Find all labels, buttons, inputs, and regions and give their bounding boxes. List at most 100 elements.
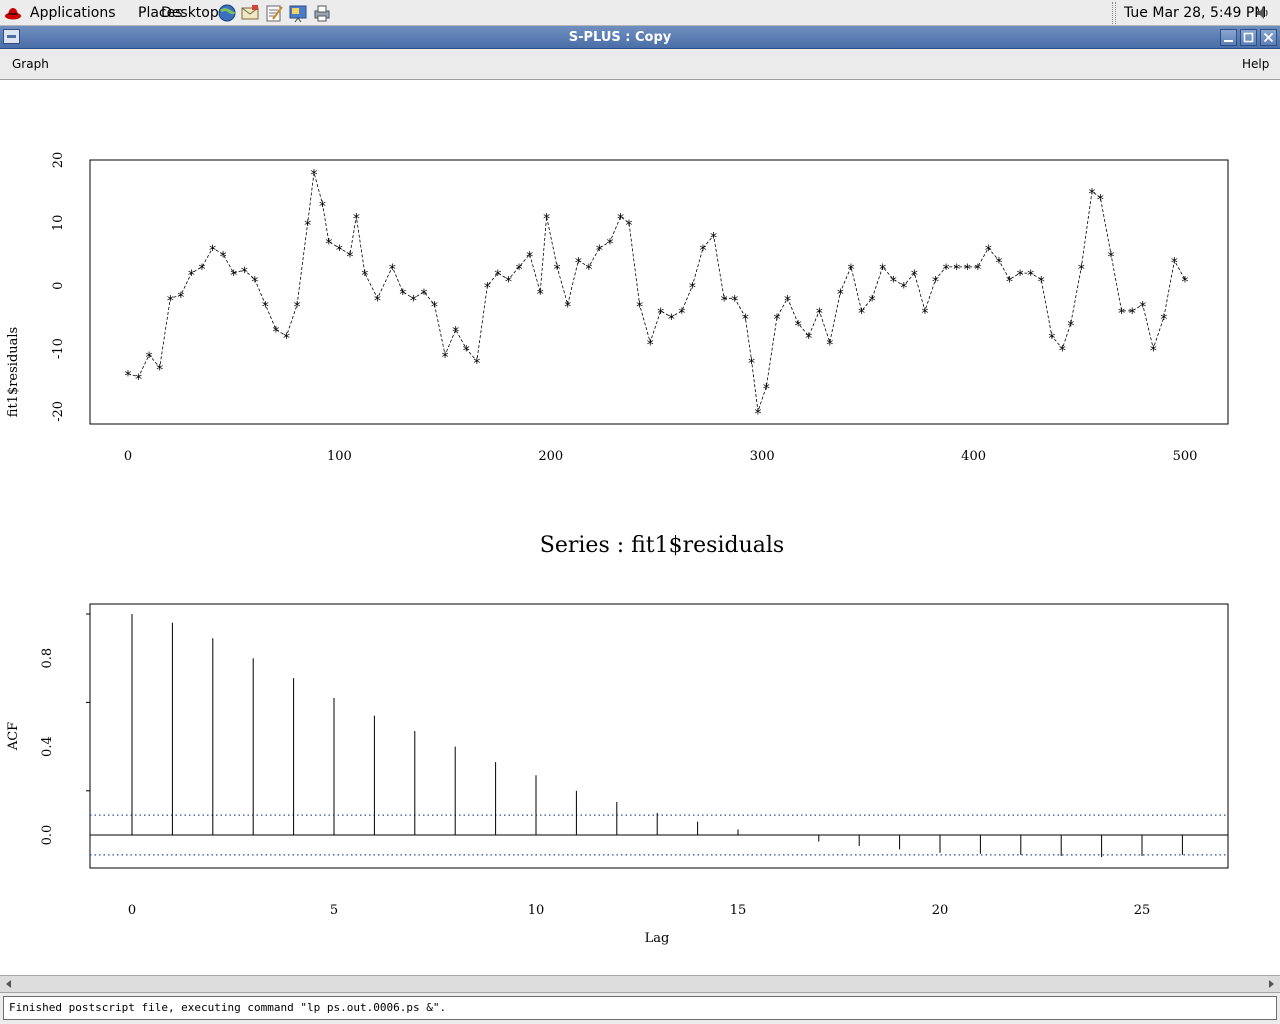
acf-y-tick: 0.8 (40, 648, 55, 669)
residual-point: * (625, 218, 633, 234)
acf-x-axis: 0 5 10 15 20 25 (128, 903, 1150, 918)
residual-point: * (963, 262, 971, 278)
residual-point: * (187, 268, 195, 284)
residual-point: * (730, 293, 738, 309)
top-panel: Applications Places Desktop Tue Mar 28, … (0, 0, 1280, 26)
minimize-icon (1224, 40, 1233, 42)
scroll-left-icon[interactable] (2, 977, 16, 991)
residual-point: * (373, 293, 381, 309)
residual-point: * (310, 168, 318, 184)
residual-point: * (1138, 300, 1146, 316)
residual-point: * (836, 287, 844, 303)
presentation-icon[interactable] (288, 3, 308, 23)
residual-point: * (563, 300, 571, 316)
residual-point: * (1128, 306, 1136, 322)
applications-menu[interactable]: Applications (30, 0, 116, 26)
residual-point: * (525, 249, 533, 265)
horizontal-scrollbar[interactable] (0, 975, 1280, 993)
residual-point: * (783, 293, 791, 309)
residual-point: * (1005, 274, 1013, 290)
acf-x-label: Lag (645, 931, 670, 946)
residual-plot-frame (89, 159, 1229, 425)
residual-point: * (678, 306, 686, 322)
window-title: S-PLUS : Copy (568, 30, 672, 45)
residual-y-label: fit1$residuals (6, 327, 21, 417)
menubar: Graph Help (0, 49, 1280, 80)
residual-point: * (553, 262, 561, 278)
residual-point: * (1181, 274, 1189, 290)
residual-y-tick: 20 (51, 152, 66, 169)
residual-point: * (420, 287, 428, 303)
residual-point: * (931, 274, 939, 290)
acf-x-tick: 15 (730, 903, 747, 918)
residual-point: * (709, 230, 717, 246)
clock[interactable]: Tue Mar 28, 5:49 PM (1124, 0, 1266, 26)
residual-point: * (656, 306, 664, 322)
residual-point: * (1096, 193, 1104, 209)
residual-point: * (155, 362, 163, 378)
status-message: Finished postscript file, executing comm… (3, 996, 1277, 1020)
residual-point: * (667, 312, 675, 328)
residual-point: * (303, 218, 311, 234)
residual-series: * **** ** ** ** **** ****** * ****** * ******** ***… (124, 168, 1189, 423)
residual-point: * (857, 306, 865, 322)
residual-point: * (606, 237, 614, 253)
residual-y-tick: -10 (51, 338, 66, 359)
acf-x-tick: 25 (1134, 903, 1151, 918)
close-button[interactable] (1260, 29, 1277, 46)
window-titlebar[interactable]: S-PLUS : Copy (0, 26, 1280, 49)
residual-y-tick: -20 (51, 401, 66, 422)
residual-point: * (688, 281, 696, 297)
residual-point: * (177, 290, 185, 306)
maximize-button[interactable] (1240, 29, 1257, 46)
residual-point: * (1117, 306, 1125, 322)
graph-canvas: * **** ** ** ** **** ****** * ****** * ******** ***… (6, 152, 1229, 946)
residual-point: * (921, 306, 929, 322)
redhat-menu-icon[interactable] (4, 4, 22, 22)
acf-y-tick: 0.0 (40, 825, 55, 846)
web-browser-icon[interactable] (217, 3, 237, 23)
residual-point: * (616, 212, 624, 228)
residual-point: * (847, 262, 855, 278)
residual-y-axis: -20 -10 0 10 20 (51, 152, 66, 422)
residual-x-tick: 400 (961, 449, 986, 464)
residual-point: * (293, 300, 301, 316)
email-icon[interactable] (240, 3, 260, 23)
residual-point: * (574, 256, 582, 272)
scroll-right-icon[interactable] (1264, 977, 1278, 991)
residual-line (127, 172, 1186, 412)
residual-point: * (462, 344, 470, 360)
residual-point: * (504, 274, 512, 290)
residual-point: * (1160, 312, 1168, 328)
residual-point: * (473, 356, 481, 372)
residual-point: * (483, 281, 491, 297)
residual-point: * (942, 262, 950, 278)
residual-point: * (388, 262, 396, 278)
residual-point: * (984, 243, 992, 259)
residual-point: * (251, 274, 259, 290)
panel-separator (1112, 2, 1116, 24)
residual-point: * (794, 318, 802, 334)
residual-point: * (134, 372, 142, 388)
residual-point: * (804, 331, 812, 347)
residual-point: * (361, 268, 369, 284)
residual-x-tick: 100 (327, 449, 352, 464)
printer-icon[interactable] (312, 3, 332, 23)
residual-point: * (910, 268, 918, 284)
residual-point: * (595, 243, 603, 259)
desktop-menu[interactable]: Desktop (161, 0, 219, 26)
text-editor-icon[interactable] (264, 3, 284, 23)
residual-point: * (282, 331, 290, 347)
residual-point: * (747, 356, 755, 372)
residual-point: * (1088, 186, 1096, 202)
residual-point: * (515, 262, 523, 278)
close-icon (1263, 32, 1274, 43)
help-menu[interactable]: Help (1242, 49, 1269, 79)
residual-point: * (815, 306, 823, 322)
graph-menu[interactable]: Graph (12, 49, 49, 79)
volume-icon[interactable] (1254, 4, 1272, 22)
minimize-button[interactable] (1220, 29, 1237, 46)
acf-plot: 0 5 10 15 20 25 0.0 0.4 0.8 Lag ACF (6, 603, 1229, 946)
acf-y-label: ACF (6, 722, 21, 751)
acf-y-axis: 0.0 0.4 0.8 (40, 613, 90, 846)
